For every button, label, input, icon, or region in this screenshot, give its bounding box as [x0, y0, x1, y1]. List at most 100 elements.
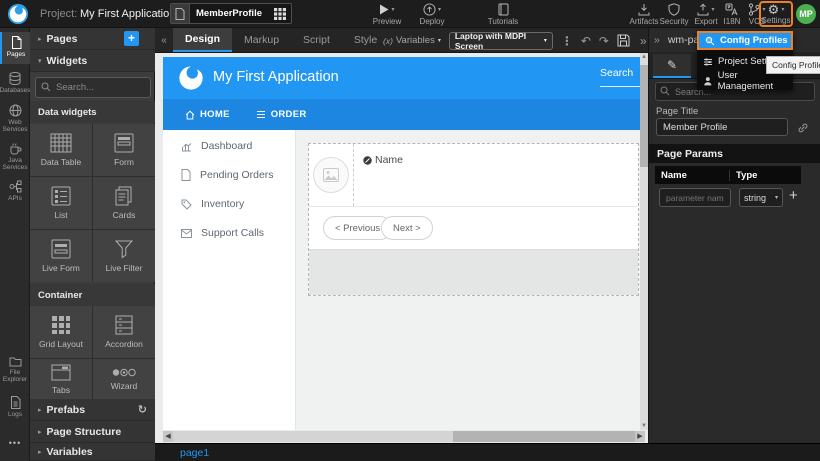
image-cell[interactable]: [309, 144, 354, 206]
device-selector[interactable]: Laptop with MDPI Screen ▾: [449, 32, 553, 50]
scroll-down-icon[interactable]: ▼: [640, 423, 648, 429]
page-params-header[interactable]: Page Params: [649, 144, 820, 163]
download-icon: [638, 3, 650, 16]
rail-label: Java Services: [0, 157, 30, 171]
widget-tile-grid-layout[interactable]: Grid Layout: [30, 306, 92, 358]
add-param-button[interactable]: +: [789, 187, 798, 204]
prefabs-section-header[interactable]: ▸ Prefabs ↻: [30, 399, 155, 421]
rail-item-apis[interactable]: APIs: [0, 176, 30, 204]
page-title-input[interactable]: [656, 118, 788, 136]
widgets-section-header[interactable]: ▾ Widgets: [30, 50, 155, 72]
preview-button[interactable]: ▾ Preview: [366, 2, 408, 26]
collapse-panel-button[interactable]: «: [155, 28, 173, 52]
horizontal-scroll-thumb[interactable]: [173, 431, 453, 442]
rail-item-pages[interactable]: Pages: [0, 32, 30, 64]
vertical-scroll-thumb[interactable]: [640, 65, 648, 167]
tab-script[interactable]: Script: [291, 28, 342, 52]
menu-item-support-calls[interactable]: Support Calls: [181, 227, 264, 239]
nav-item-home[interactable]: HOME: [185, 109, 230, 120]
app-search-field[interactable]: Search: [600, 67, 640, 87]
menu-item-pending-orders[interactable]: Pending Orders: [181, 169, 274, 181]
list-icon: [51, 186, 71, 206]
grid-icon[interactable]: [274, 8, 286, 20]
app-header[interactable]: My First Application Search: [163, 57, 640, 99]
name-field[interactable]: Name: [363, 154, 403, 166]
more-options-icon[interactable]: ⋮: [561, 34, 573, 48]
widget-tile-live-form[interactable]: Live Form: [30, 230, 92, 282]
nav-item-order[interactable]: ORDER: [256, 109, 307, 120]
image-placeholder[interactable]: [313, 157, 349, 193]
row-divider: [309, 206, 638, 207]
widget-tile-data-table[interactable]: Data Table: [30, 124, 92, 176]
edit-properties-tab[interactable]: ✎: [653, 54, 691, 78]
page-structure-section-header[interactable]: ▸ Page Structure: [30, 421, 155, 443]
widget-tile-cards[interactable]: Cards: [93, 177, 155, 229]
list-footer: [309, 249, 638, 295]
variables-section-header[interactable]: ▸ Variables: [30, 443, 155, 461]
project-name: My First Application: [80, 8, 175, 20]
widget-tile-label: List: [54, 210, 67, 220]
params-table-header: Name Type: [655, 166, 801, 184]
wavemaker-logo-icon: [7, 3, 29, 25]
next-button[interactable]: Next >: [381, 216, 433, 240]
refresh-icon[interactable]: ↻: [138, 403, 147, 416]
widget-tile-form[interactable]: Form: [93, 124, 155, 176]
tab-markup[interactable]: Markup: [232, 28, 291, 52]
widget-tile-live-filter[interactable]: Live Filter: [93, 230, 155, 282]
variables-header-label: Variables: [47, 446, 93, 458]
menu-item-inventory[interactable]: Inventory: [181, 198, 244, 210]
tutorials-button[interactable]: Tutorials: [482, 2, 524, 26]
rail-label: File Explorer: [0, 369, 30, 383]
settings-button[interactable]: ⚙▾ Settings: [759, 1, 793, 27]
expand-right-icon[interactable]: »: [640, 34, 647, 48]
widget-tile-label: Tabs: [52, 385, 70, 395]
save-icon[interactable]: [617, 34, 630, 47]
i18n-button[interactable]: I18N: [718, 2, 746, 26]
scroll-up-icon[interactable]: ▲: [640, 54, 648, 60]
pages-section-header[interactable]: ▸ Pages +: [30, 28, 155, 50]
tab-design[interactable]: Design: [173, 28, 232, 52]
menu-item-dashboard[interactable]: Dashboard: [181, 140, 252, 152]
rail-item-java-services[interactable]: Java Services: [0, 138, 30, 174]
canvas-toolbar: « Design Markup Script Style (x) Variabl…: [155, 28, 648, 53]
param-type-select[interactable]: string ▾: [739, 188, 783, 207]
rail-item-databases[interactable]: Databases: [0, 68, 30, 98]
bind-link-icon[interactable]: [797, 122, 809, 134]
data-widgets-label: Data widgets: [30, 101, 155, 123]
page-selector-value: MemberProfile: [190, 8, 274, 19]
project-settings-icon: [703, 57, 713, 67]
page-tab-page1[interactable]: page1: [180, 444, 209, 461]
add-page-button[interactable]: +: [124, 31, 139, 46]
scroll-right-icon[interactable]: ▶: [635, 431, 645, 442]
widget-tile-list[interactable]: List: [30, 177, 92, 229]
widget-tile-tabs[interactable]: Tabs: [30, 359, 92, 399]
page-selector[interactable]: MemberProfile: [170, 3, 292, 24]
globe-icon: [9, 104, 22, 117]
widget-tile-label: Live Form: [42, 263, 80, 273]
widget-search[interactable]: [35, 77, 151, 98]
canvas-horizontal-scrollbar[interactable]: ◀ ▶: [163, 431, 645, 442]
variables-button[interactable]: (x) Variables ▾: [383, 35, 441, 46]
user-avatar[interactable]: MP: [796, 4, 816, 24]
expand-right-icon[interactable]: »: [654, 34, 660, 46]
chevron-down-icon: ▾: [438, 6, 441, 13]
widget-tile-wizard[interactable]: Wizard: [93, 359, 155, 399]
param-name-input[interactable]: [659, 188, 731, 207]
security-button[interactable]: Security: [656, 2, 692, 26]
folder-icon: [9, 356, 22, 367]
rail-item-file-explorer[interactable]: File Explorer: [0, 352, 30, 388]
rail-item-web-services[interactable]: Web Services: [0, 100, 30, 136]
undo-icon[interactable]: ↶: [581, 34, 591, 48]
widget-search-input[interactable]: [54, 78, 148, 97]
data-widgets-grid: Data Table Form List Cards Live Form Liv…: [30, 124, 155, 282]
canvas-vertical-scrollbar[interactable]: ▲ ▼: [640, 53, 648, 430]
redo-icon[interactable]: ↷: [599, 34, 609, 48]
rail-more-button[interactable]: •••: [0, 436, 30, 450]
i18n-label: I18N: [724, 17, 741, 26]
list-widget[interactable]: Name < Previous Next >: [308, 143, 639, 296]
menu-item-config-profiles[interactable]: Config Profiles: [697, 31, 793, 50]
widget-tile-accordion[interactable]: Accordion: [93, 306, 155, 358]
deploy-button[interactable]: ▾ Deploy: [412, 2, 452, 26]
rail-item-logs[interactable]: Logs: [0, 392, 30, 422]
scroll-left-icon[interactable]: ◀: [163, 431, 173, 442]
